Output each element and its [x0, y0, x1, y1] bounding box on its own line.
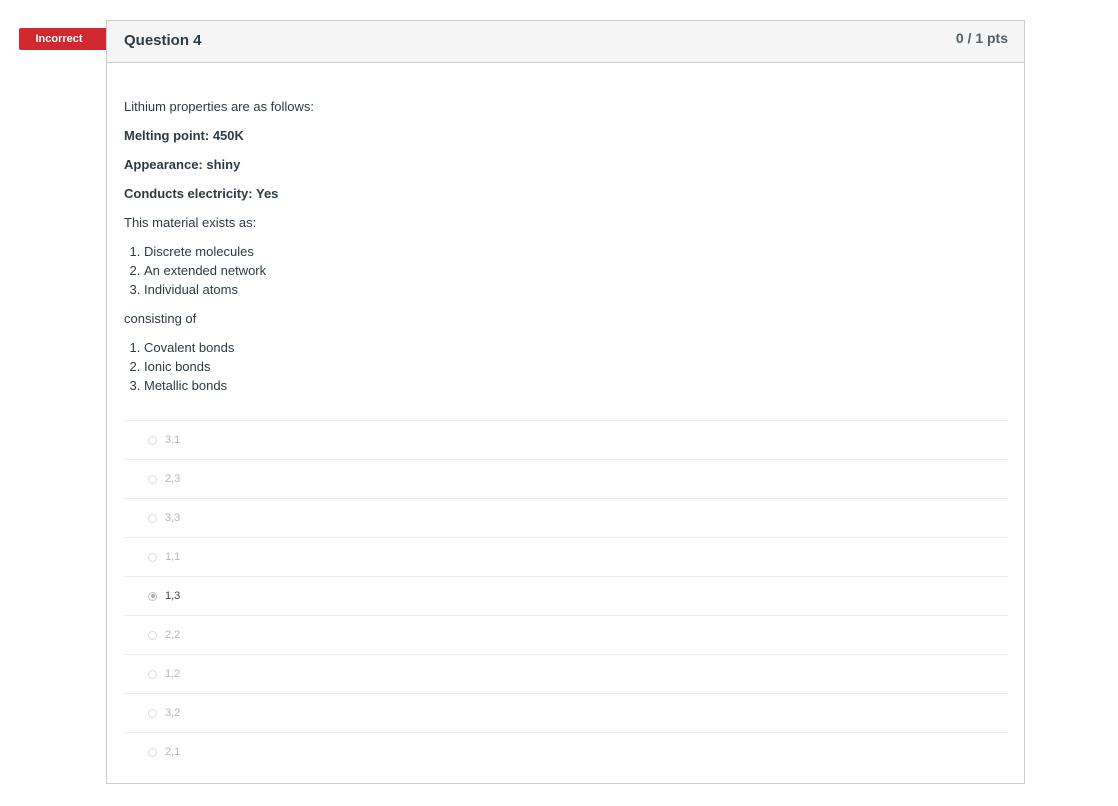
radio-button[interactable]: [148, 747, 157, 757]
answer-option[interactable]: 2,1: [124, 733, 1008, 771]
radio-button[interactable]: [148, 708, 157, 718]
question-header: Question 4 0 / 1 pts: [107, 21, 1024, 63]
answer-option[interactable]: 1,2: [124, 655, 1008, 694]
question-body: Lithium properties are as follows: Melti…: [107, 63, 1024, 771]
answer-label: 2,2: [165, 628, 181, 641]
quiz-page: Incorrect Question 4 0 / 1 pts Lithium p…: [0, 0, 1118, 806]
answer-label: 2,3: [165, 472, 181, 485]
question-card: Question 4 0 / 1 pts Lithium properties …: [106, 20, 1025, 784]
structure-options-list: Discrete molecules An extended network I…: [124, 242, 1008, 299]
answer-option[interactable]: 3,3: [124, 499, 1008, 538]
question-prompt-bonds: consisting of: [124, 311, 197, 326]
question-points: 0 / 1 pts: [955, 30, 1008, 46]
answer-label: 1,3: [165, 589, 181, 602]
answer-choices: 3,1 2,3 3,3 1,1 1,3 2,2 1,2 3,2 2,1: [124, 420, 1008, 771]
property-melting-point: Melting point: 450K: [124, 126, 1008, 145]
answer-label: 3,2: [165, 706, 181, 719]
question-intro: Lithium properties are as follows:: [124, 99, 315, 114]
list-item: An extended network: [144, 261, 1008, 280]
property-appearance: Appearance: shiny: [124, 155, 1008, 174]
radio-button[interactable]: [148, 669, 157, 679]
list-item: Individual atoms: [144, 280, 1008, 299]
radio-button[interactable]: [148, 591, 157, 601]
list-item: Covalent bonds: [144, 338, 1008, 357]
question-prompt-structure: This material exists as:: [124, 215, 257, 230]
property-label: Conducts electricity:: [124, 186, 253, 201]
bond-options-list: Covalent bonds Ionic bonds Metallic bond…: [124, 338, 1008, 395]
incorrect-badge: Incorrect: [19, 28, 117, 50]
property-conductivity: Conducts electricity: Yes: [124, 184, 1008, 203]
answer-label: 2,1: [165, 745, 181, 758]
property-value: shiny: [206, 157, 241, 172]
radio-button[interactable]: [148, 513, 157, 523]
question-title: Question 4: [124, 32, 202, 49]
radio-button[interactable]: [148, 435, 157, 445]
answer-option[interactable]: 3,2: [124, 694, 1008, 733]
answer-label: 1,1: [165, 550, 181, 563]
list-item: Discrete molecules: [144, 242, 1008, 261]
property-label: Melting point:: [124, 128, 210, 143]
answer-option[interactable]: 2,2: [124, 616, 1008, 655]
answer-label: 3,1: [165, 433, 181, 446]
answer-label: 3,3: [165, 511, 181, 524]
answer-option[interactable]: 1,1: [124, 538, 1008, 577]
property-value: 450K: [212, 128, 244, 143]
answer-option[interactable]: 2,3: [124, 460, 1008, 499]
answer-option[interactable]: 1,3: [124, 577, 1008, 616]
list-item: Ionic bonds: [144, 357, 1008, 376]
radio-button[interactable]: [148, 552, 157, 562]
list-item: Metallic bonds: [144, 376, 1008, 395]
property-label: Appearance:: [124, 157, 203, 172]
answer-option[interactable]: 3,1: [124, 421, 1008, 460]
radio-button[interactable]: [148, 630, 157, 640]
radio-button[interactable]: [148, 474, 157, 484]
property-value: Yes: [255, 186, 279, 201]
answer-label: 1,2: [165, 667, 181, 680]
